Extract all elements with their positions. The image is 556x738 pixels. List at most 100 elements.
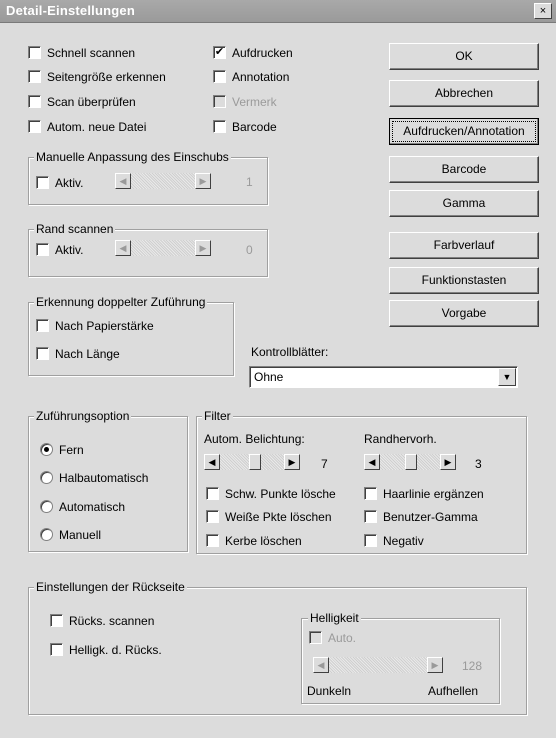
check-vermerk: Vermerk: [213, 94, 277, 109]
checkbox-label: Annotation: [232, 69, 290, 84]
radio-halbautomatisch[interactable]: Halbautomatisch: [40, 470, 148, 485]
ok-button[interactable]: OK: [389, 43, 539, 70]
radio-fern[interactable]: Fern: [40, 442, 84, 457]
slider-thumb[interactable]: [249, 454, 261, 470]
barcode-button[interactable]: Barcode: [389, 156, 539, 183]
scroll-right-icon[interactable]: ▶: [195, 240, 211, 256]
checkbox-checked[interactable]: [213, 46, 226, 60]
radio[interactable]: [40, 471, 53, 485]
checkbox[interactable]: [36, 319, 49, 333]
helligkeit-scrollbar[interactable]: ◀ ▶: [313, 657, 443, 673]
checkbox-label: Vermerk: [232, 94, 277, 109]
rand-value: 0: [246, 243, 253, 257]
check-weisse-pkte[interactable]: Weiße Pkte löschen: [206, 509, 332, 524]
checkbox[interactable]: [213, 120, 226, 134]
funktionstasten-button[interactable]: Funktionstasten: [389, 267, 539, 294]
select-value: Ohne: [254, 370, 284, 384]
scroll-right-icon[interactable]: ▶: [440, 454, 456, 470]
manuelle-value: 1: [246, 175, 253, 189]
abbrechen-button[interactable]: Abbrechen: [389, 80, 539, 107]
checkbox-label: Auto.: [328, 630, 357, 645]
check-kerbe[interactable]: Kerbe löschen: [206, 533, 302, 548]
checkbox[interactable]: [36, 176, 49, 190]
checkbox[interactable]: [36, 347, 49, 361]
kontrollblaetter-label: Kontrollblätter:: [251, 345, 329, 359]
checkbox[interactable]: [28, 46, 41, 60]
scroll-left-icon[interactable]: ◀: [115, 240, 131, 256]
check-manuelle-aktiv[interactable]: Aktiv.: [36, 175, 83, 190]
checkbox-label: Nach Länge: [55, 346, 120, 361]
check-annotation[interactable]: Annotation: [213, 69, 289, 84]
scroll-right-icon[interactable]: ▶: [284, 454, 300, 470]
check-auto: Auto.: [309, 630, 356, 645]
randhervorh-slider[interactable]: ◀ ▶: [364, 454, 456, 470]
check-schw-punkte[interactable]: Schw. Punkte lösche: [206, 486, 336, 501]
close-button[interactable]: ×: [534, 3, 552, 19]
check-rand-aktiv[interactable]: Aktiv.: [36, 242, 83, 257]
gamma-button[interactable]: Gamma: [389, 190, 539, 217]
manuelle-scrollbar[interactable]: ◀ ▶: [115, 173, 211, 189]
radio[interactable]: [40, 500, 53, 514]
check-haarlinie[interactable]: Haarlinie ergänzen: [364, 486, 484, 501]
check-seitengroesse[interactable]: Seitengröße erkennen: [28, 69, 166, 84]
checkbox[interactable]: [206, 510, 219, 524]
checkbox[interactable]: [206, 487, 219, 501]
checkbox[interactable]: [28, 120, 41, 134]
doppelte-zufuehrung-group: [28, 302, 234, 376]
group-title: Manuelle Anpassung des Einschubs: [34, 150, 231, 164]
belichtung-slider[interactable]: ◀ ▶: [204, 454, 300, 470]
checkbox[interactable]: [364, 510, 377, 524]
check-aufdrucken[interactable]: Aufdrucken: [213, 45, 293, 60]
helligkeit-value: 128: [462, 659, 483, 673]
checkbox[interactable]: [50, 643, 63, 657]
check-scan-pruefen[interactable]: Scan überprüfen: [28, 94, 136, 109]
vorgabe-button[interactable]: Vorgabe: [389, 300, 539, 327]
scroll-left-icon[interactable]: ◀: [115, 173, 131, 189]
checkbox-label: Seitengröße erkennen: [47, 69, 166, 84]
radio[interactable]: [40, 528, 53, 542]
scroll-left-icon[interactable]: ◀: [204, 454, 220, 470]
kontrollblaetter-select[interactable]: Ohne ▼: [249, 366, 518, 388]
check-ruecks-scannen[interactable]: Rücks. scannen: [50, 613, 154, 628]
farbverlauf-button[interactable]: Farbverlauf: [389, 232, 539, 259]
check-helligk-ruecks[interactable]: Helligk. d. Rücks.: [50, 642, 162, 657]
radio-selected[interactable]: [40, 443, 53, 457]
checkbox[interactable]: [364, 487, 377, 501]
slider-thumb[interactable]: [405, 454, 417, 470]
aufdrucken-annotation-button[interactable]: Aufdrucken/Annotation: [389, 118, 539, 145]
check-benutzer-gamma[interactable]: Benutzer-Gamma: [364, 509, 478, 524]
check-laenge[interactable]: Nach Länge: [36, 346, 120, 361]
scroll-right-icon[interactable]: ▶: [195, 173, 211, 189]
checkbox-label: Autom. neue Datei: [47, 119, 147, 134]
radio-manuell[interactable]: Manuell: [40, 527, 101, 542]
checkbox-label: Benutzer-Gamma: [383, 509, 478, 524]
chevron-down-icon[interactable]: ▼: [498, 368, 516, 386]
checkbox[interactable]: [36, 243, 49, 257]
check-barcode[interactable]: Barcode: [213, 119, 277, 134]
group-title: Zuführungsoption: [34, 409, 132, 423]
check-autom-neue-datei[interactable]: Autom. neue Datei: [28, 119, 146, 134]
window-title: Detail-Einstellungen: [6, 3, 135, 18]
checkbox[interactable]: [28, 70, 41, 84]
checkbox-label: Rücks. scannen: [69, 613, 155, 628]
scroll-right-icon[interactable]: ▶: [427, 657, 443, 673]
belichtung-label: Autom. Belichtung:: [204, 432, 305, 446]
checkbox-label: Nach Papierstärke: [55, 318, 154, 333]
checkbox-label: Aktiv.: [55, 242, 84, 257]
scroll-left-icon[interactable]: ◀: [313, 657, 329, 673]
check-schnell-scannen[interactable]: Schnell scannen: [28, 45, 135, 60]
check-papierstaerke[interactable]: Nach Papierstärke: [36, 318, 154, 333]
check-negativ[interactable]: Negativ: [364, 533, 424, 548]
group-title: Erkennung doppelter Zuführung: [34, 295, 208, 309]
aufhellen-label: Aufhellen: [428, 684, 479, 698]
checkbox-label: Scan überprüfen: [47, 94, 136, 109]
checkbox[interactable]: [364, 534, 377, 548]
radio-automatisch[interactable]: Automatisch: [40, 499, 125, 514]
checkbox[interactable]: [206, 534, 219, 548]
checkbox[interactable]: [28, 95, 41, 109]
checkbox[interactable]: [213, 70, 226, 84]
radio-label: Fern: [59, 442, 84, 457]
rand-scrollbar[interactable]: ◀ ▶: [115, 240, 211, 256]
scroll-left-icon[interactable]: ◀: [364, 454, 380, 470]
checkbox[interactable]: [50, 614, 63, 628]
